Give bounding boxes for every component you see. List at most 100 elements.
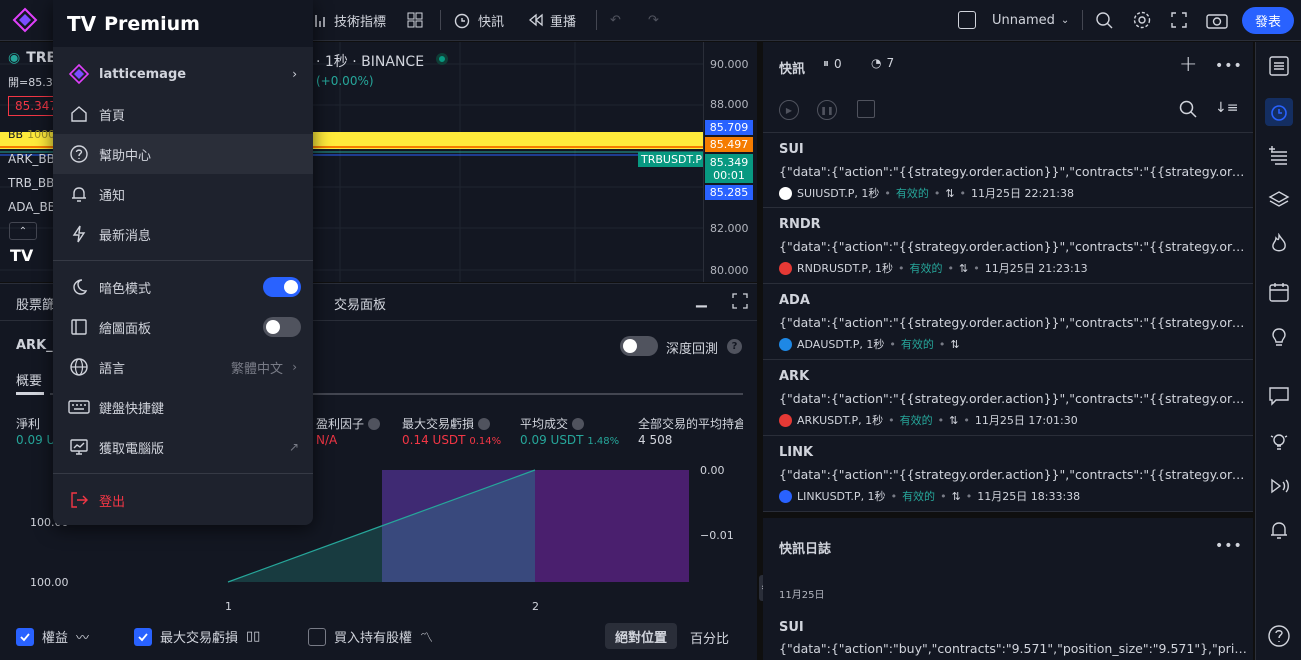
fire-icon[interactable] [1265, 230, 1293, 258]
quick-search-button[interactable] [1094, 8, 1114, 32]
drawing-panel-toggle[interactable] [263, 317, 301, 337]
sort-icon[interactable]: ↓≡ [1215, 100, 1238, 116]
menu-item-drawing-panel[interactable]: 繪圖面板 [53, 307, 313, 347]
indicator-bb-value: 1000 [27, 128, 56, 141]
lightbulb-icon[interactable] [1265, 324, 1293, 352]
alert-symbol: SUIUSDT.P, 1秒 [797, 187, 880, 200]
rewind-icon [528, 12, 544, 28]
symbol-logo-icon [779, 186, 792, 200]
play-icon[interactable]: ▶ [779, 100, 799, 120]
menu-item-desktop-app[interactable]: 獲取電腦版 ↗ [53, 427, 313, 467]
indicator-bb-row[interactable]: BB 1000 [8, 128, 55, 141]
menu-item-language[interactable]: 語言 繁體中文 › [53, 347, 313, 387]
layout-checkbox[interactable] [958, 8, 976, 32]
grid-icon [406, 11, 424, 29]
language-value: 繁體中文 [230, 361, 283, 377]
alert-item[interactable]: SUI {"data":{"action":"{{strategy.order.… [763, 132, 1253, 208]
legend-buy-hold[interactable]: 買入持有股權 〽 [308, 627, 433, 646]
idea-stream-icon[interactable] [1265, 428, 1293, 456]
add-alert-icon[interactable]: + [1179, 52, 1197, 77]
broadcast-icon[interactable] [1265, 472, 1293, 500]
indicator-ark-bb[interactable]: ARK_BB [8, 152, 55, 166]
menu-item-label: 首頁 [99, 108, 126, 124]
info-icon[interactable] [572, 417, 585, 430]
bb-lower-price-tag: 85.285 [705, 185, 753, 200]
tab-stock-screener[interactable]: 股票篩 [16, 294, 55, 313]
screenshot-button[interactable] [1206, 8, 1228, 32]
fullscreen-button[interactable] [1170, 8, 1188, 32]
help-icon[interactable]: ? [727, 339, 742, 354]
bell-icon[interactable] [1265, 516, 1293, 544]
symbol-legend[interactable]: ◉ TRB [8, 50, 57, 66]
indicator-bb-label: BB [8, 128, 24, 141]
alarm-clock-icon[interactable] [1265, 98, 1293, 126]
layouts-button[interactable] [406, 8, 424, 32]
alert-name: SUI [779, 142, 804, 157]
menu-item-dark-mode[interactable]: 暗色模式 [53, 267, 313, 307]
more-options-icon[interactable]: ••• [1215, 538, 1243, 554]
menu-item-logout[interactable]: 登出 [53, 480, 313, 520]
alert-item[interactable]: RNDR {"data":{"action":"{{strategy.order… [763, 208, 1253, 284]
menu-item-profile[interactable]: latticemage › [53, 54, 313, 94]
indicators-button[interactable]: 技術指標 [310, 8, 386, 32]
menu-item-home[interactable]: 首頁 [53, 94, 313, 134]
calendar-icon[interactable] [1265, 278, 1293, 306]
alert-item[interactable]: LINK {"data":{"action":"{{strategy.order… [763, 436, 1253, 512]
replay-button[interactable]: 重播 [528, 8, 576, 32]
collapse-legend-button[interactable]: ⌃ [9, 222, 37, 240]
alert-item[interactable]: ADA {"data":{"action":"{{strategy.order.… [763, 284, 1253, 360]
info-icon[interactable] [478, 417, 491, 430]
more-options-icon[interactable]: ••• [1215, 58, 1243, 74]
info-icon[interactable] [368, 417, 381, 430]
count-value: 0 [834, 56, 842, 71]
redo-button[interactable]: ↷ [648, 8, 659, 32]
chart-title: · 1秒 · BINANCE [316, 54, 425, 70]
search-icon[interactable] [1178, 99, 1198, 119]
active-alerts-count[interactable]: ⏸ 0 [823, 56, 842, 71]
toolbar-divider [596, 10, 597, 30]
strategy-name[interactable]: ARK_ [16, 338, 53, 353]
trade-number-label: 1 [225, 600, 232, 613]
tab-overview[interactable]: 概要 [16, 370, 42, 389]
chat-icon[interactable] [1265, 382, 1293, 410]
watchlist-icon[interactable] [1265, 52, 1293, 80]
minimize-panel-icon[interactable]: ▁ [696, 292, 707, 308]
undo-button[interactable]: ↶ [610, 8, 621, 32]
menu-item-news[interactable]: 最新消息 [53, 214, 313, 254]
alert-button[interactable]: 快訊 [452, 8, 504, 32]
alert-symbol: ADAUSDT.P, 1秒 [797, 338, 885, 351]
deep-backtest-toggle[interactable] [620, 336, 658, 356]
symbol-logo-icon [779, 413, 792, 427]
help-circle-icon[interactable] [1265, 622, 1293, 650]
absolute-mode-button[interactable]: 絕對位置 [605, 623, 677, 649]
alert-item[interactable]: ARK {"data":{"action":"{{strategy.order.… [763, 360, 1253, 436]
indicator-ada-bb[interactable]: ADA_BB [8, 200, 56, 214]
add-list-icon[interactable] [1265, 142, 1293, 170]
home-icon [67, 102, 91, 126]
indicator-trb-bb[interactable]: TRB_BB [8, 176, 54, 190]
checkbox-checked-icon [134, 627, 152, 646]
publish-button[interactable]: 發表 [1242, 7, 1294, 34]
layout-name-dropdown[interactable]: Unnamed ⌄ [992, 8, 1069, 32]
menu-item-notifications[interactable]: 通知 [53, 174, 313, 214]
layers-icon[interactable] [1265, 186, 1293, 214]
menu-item-keyboard-shortcuts[interactable]: 鍵盤快捷鍵 [53, 387, 313, 427]
legend-max-drawdown[interactable]: 最大交易虧損 ▯▯ [134, 627, 260, 646]
pause-icon[interactable]: ❚❚ [817, 100, 837, 120]
market-status-icon[interactable] [436, 53, 448, 65]
legend-equity[interactable]: 權益 〰 [16, 627, 89, 646]
dark-mode-toggle[interactable] [263, 277, 301, 297]
percent-mode-button[interactable]: 百分比 [690, 628, 729, 647]
toggle-knob [284, 280, 298, 294]
current-price: 85.349 [709, 155, 749, 169]
copy-icon[interactable] [857, 100, 875, 118]
tab-trading-panel[interactable]: 交易面板 [334, 294, 386, 313]
toggle-knob [266, 320, 280, 334]
menu-item-label: 鍵盤快捷鍵 [99, 401, 165, 417]
user-avatar-logo-icon[interactable] [12, 7, 38, 33]
maximize-panel-icon[interactable] [732, 293, 748, 309]
checkbox-checked-icon [16, 627, 34, 646]
settings-button[interactable] [1132, 8, 1152, 32]
menu-item-help-center[interactable]: 幫助中心 [53, 134, 313, 174]
triggered-alerts-count[interactable]: ◔ 7 [871, 56, 894, 70]
